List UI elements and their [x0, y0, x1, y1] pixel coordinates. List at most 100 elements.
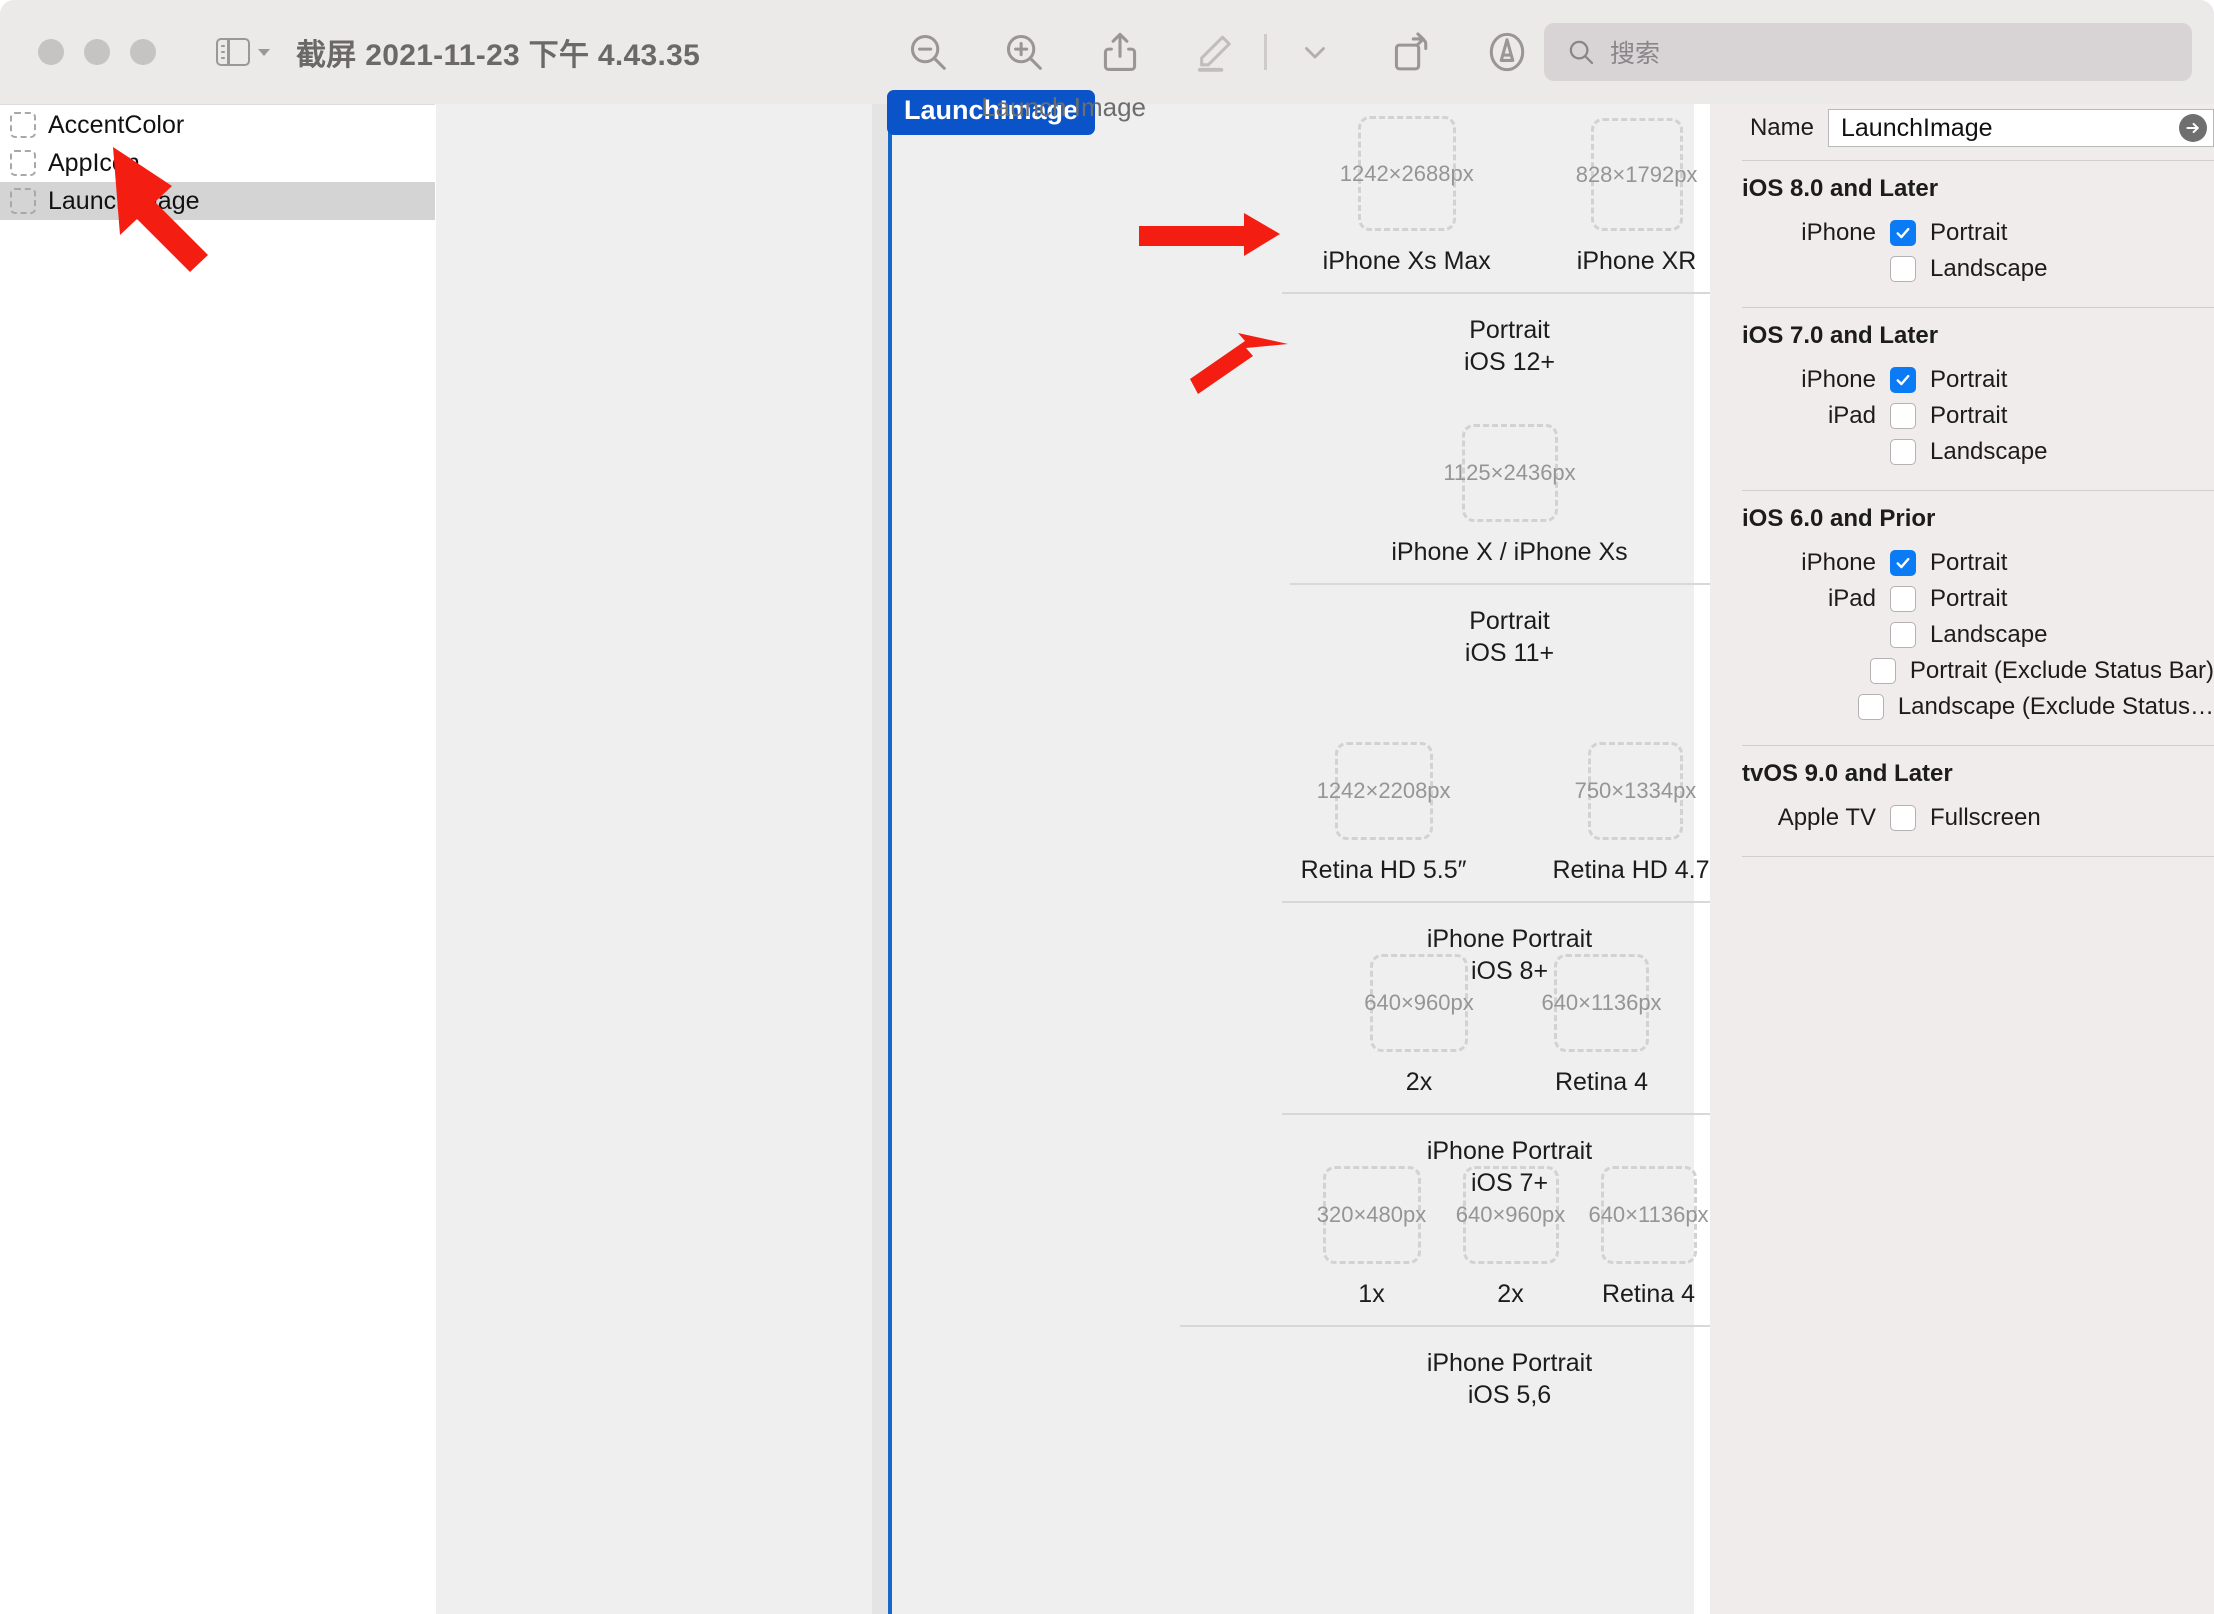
- minimize-button[interactable]: [84, 39, 110, 65]
- pen-underline-icon: [1197, 35, 1231, 72]
- share-button[interactable]: [1072, 0, 1168, 104]
- checkbox-row[interactable]: iPhone Portrait: [1710, 215, 2214, 251]
- image-drop-well[interactable]: 640×1136px: [1541, 954, 1662, 1052]
- zoom-button[interactable]: [130, 39, 156, 65]
- image-slot[interactable]: 1125×2436px iPhone X / iPhone Xs: [1391, 424, 1628, 567]
- close-button[interactable]: [38, 39, 64, 65]
- checkbox-row[interactable]: iPad Portrait: [1710, 398, 2214, 434]
- image-slot[interactable]: 750×1334px Retina HD 4.7″: [1552, 742, 1719, 885]
- name-row: Name LaunchImage: [1710, 104, 2214, 152]
- search-field[interactable]: 搜索: [1544, 23, 2192, 81]
- inspector-section-tvos9: tvOS 9.0 and Later Apple TV Fullscreen: [1710, 746, 2214, 848]
- slot-size-label: 1242×2208px: [1316, 778, 1451, 803]
- section-title: iOS 6.0 and Prior: [1742, 505, 1936, 532]
- sidebar-item-appicon[interactable]: AppIcon: [0, 144, 435, 182]
- slot-size-label: 1242×2688px: [1339, 160, 1474, 186]
- slot-device-label: Retina HD 4.7″: [1552, 856, 1719, 884]
- slot-size-label: 1125×2436px: [1443, 460, 1576, 485]
- asset-placeholder-icon: [10, 112, 36, 138]
- checkbox-ios6-ipad-landscape[interactable]: [1890, 622, 1916, 648]
- checkbox-row[interactable]: iPad Portrait: [1710, 581, 2214, 617]
- image-slot[interactable]: 640×1136px Retina 4: [1588, 1166, 1709, 1309]
- image-slot[interactable]: 828×1792px iPhone XR: [1576, 118, 1697, 276]
- checkbox-ios7-ipad-landscape[interactable]: [1890, 439, 1916, 465]
- row-label: Portrait: [1930, 585, 2008, 612]
- checkbox-ios6-ipad-portrait[interactable]: [1890, 586, 1916, 612]
- image-drop-well[interactable]: 320×480px: [1317, 1166, 1426, 1264]
- image-drop-well[interactable]: 828×1792px: [1576, 118, 1697, 231]
- image-drop-well[interactable]: 1125×2436px: [1443, 424, 1576, 522]
- image-slot[interactable]: 1242×2688px iPhone Xs Max: [1323, 116, 1491, 276]
- checkbox-row[interactable]: Apple TV Fullscreen: [1710, 800, 2214, 836]
- zoom-out-button[interactable]: [880, 0, 976, 104]
- checkmark-icon: [1896, 557, 1910, 569]
- sidebar-top-divider: [0, 104, 435, 105]
- checkbox-ios7-iphone-portrait[interactable]: [1890, 367, 1916, 393]
- image-slot[interactable]: 320×480px 1x: [1317, 1166, 1426, 1309]
- image-drop-well[interactable]: 1242×2208px: [1317, 742, 1451, 840]
- image-drop-well[interactable]: 640×1136px: [1588, 1166, 1709, 1264]
- image-drop-well[interactable]: 750×1334px: [1575, 742, 1696, 840]
- section-title: iOS 7.0 and Later: [1742, 322, 1939, 349]
- circled-pen-icon: [1489, 32, 1525, 72]
- image-slot[interactable]: 640×960px 2x: [1456, 1166, 1565, 1309]
- toolbar: [880, 0, 1555, 104]
- asset-canvas[interactable]: LaunchImage Launch Image 1242×2688px iPh…: [436, 90, 2146, 1614]
- checkbox-ios8-iphone-portrait[interactable]: [1890, 220, 1916, 246]
- image-slot[interactable]: 640×960px 2x: [1364, 954, 1474, 1097]
- asset-placeholder-icon: [10, 150, 36, 176]
- annotate-button[interactable]: [1459, 0, 1555, 104]
- checkbox-ios6-landscape-exclude-status-bar[interactable]: [1857, 694, 1884, 720]
- slot-size-label: 320×480px: [1316, 1202, 1427, 1227]
- sidebar-item-launchimage[interactable]: LaunchImage: [0, 182, 435, 220]
- zoom-in-button[interactable]: [976, 0, 1072, 104]
- checkbox-ios8-iphone-landscape[interactable]: [1890, 256, 1916, 282]
- group-rule: [1289, 583, 1730, 585]
- markup-button[interactable]: [1168, 0, 1264, 104]
- checkbox-ios6-portrait-exclude-status-bar[interactable]: [1869, 658, 1896, 684]
- chevron-down-icon: [1305, 47, 1325, 59]
- checkbox-row[interactable]: Landscape (Exclude Status…: [1710, 689, 2214, 725]
- asset-placeholder-icon: [10, 188, 36, 214]
- window-title: 截屏 2021-11-23 下午 4.43.35: [296, 39, 701, 72]
- checkbox-ios7-ipad-portrait[interactable]: [1890, 403, 1916, 429]
- checkbox-ios6-iphone-portrait[interactable]: [1890, 550, 1916, 576]
- row-device-label: Apple TV: [1777, 804, 1876, 831]
- magnifier-plus-icon: [1006, 34, 1042, 70]
- row-device-label: iPhone: [1801, 219, 1876, 246]
- sidebar-item-accentcolor[interactable]: AccentColor: [0, 106, 435, 144]
- checkbox-row[interactable]: iPhone Portrait: [1710, 362, 2214, 398]
- sidebar-panel-icon[interactable]: [216, 38, 250, 66]
- slot-device-label: 1x: [1358, 1280, 1385, 1308]
- image-slot[interactable]: 640×1136px Retina 4: [1541, 954, 1662, 1097]
- checkbox-row[interactable]: Landscape: [1710, 434, 2214, 470]
- name-input[interactable]: LaunchImage: [1828, 109, 2214, 147]
- row-label: Portrait: [1930, 549, 2008, 576]
- rotate-rect-icon: [1394, 32, 1428, 71]
- image-drop-well[interactable]: 640×960px: [1456, 1166, 1565, 1264]
- row-label: Landscape (Exclude Status…: [1897, 693, 2214, 720]
- search-icon: [1569, 40, 1594, 65]
- slot-device-label: iPhone XR: [1576, 247, 1697, 275]
- checkmark-icon: [1896, 227, 1910, 239]
- checkbox-row[interactable]: Landscape: [1710, 251, 2214, 287]
- checkbox-row[interactable]: Landscape: [1710, 617, 2214, 653]
- arrow-right-circle-icon[interactable]: [2179, 114, 2207, 142]
- checkbox-row[interactable]: Portrait (Exclude Status Bar): [1710, 653, 2214, 689]
- checkbox-tvos9-appletv-fullscreen[interactable]: [1890, 805, 1916, 831]
- search-placeholder: 搜索: [1610, 40, 1661, 68]
- chevron-down-icon[interactable]: [258, 48, 270, 56]
- image-drop-well[interactable]: 640×960px: [1364, 954, 1474, 1052]
- markup-dropdown-button[interactable]: [1267, 0, 1363, 104]
- image-slot[interactable]: 1242×2208px Retina HD 5.5″: [1301, 742, 1467, 885]
- slot-size-label: 750×1334px: [1574, 778, 1697, 803]
- sidebar-toggle-group[interactable]: [216, 38, 270, 66]
- checkbox-row[interactable]: iPhone Portrait: [1710, 545, 2214, 581]
- slot-size-label: 828×1792px: [1575, 161, 1698, 187]
- section-title: iOS 8.0 and Later: [1742, 175, 1939, 202]
- image-drop-well[interactable]: 1242×2688px: [1340, 116, 1474, 231]
- rotate-button[interactable]: [1363, 0, 1459, 104]
- window-content: AccentColor AppIcon LaunchImage LaunchIm…: [0, 90, 2214, 1614]
- slot-device-label: Retina 4: [1601, 1280, 1696, 1308]
- row-device-label: iPhone: [1801, 549, 1876, 576]
